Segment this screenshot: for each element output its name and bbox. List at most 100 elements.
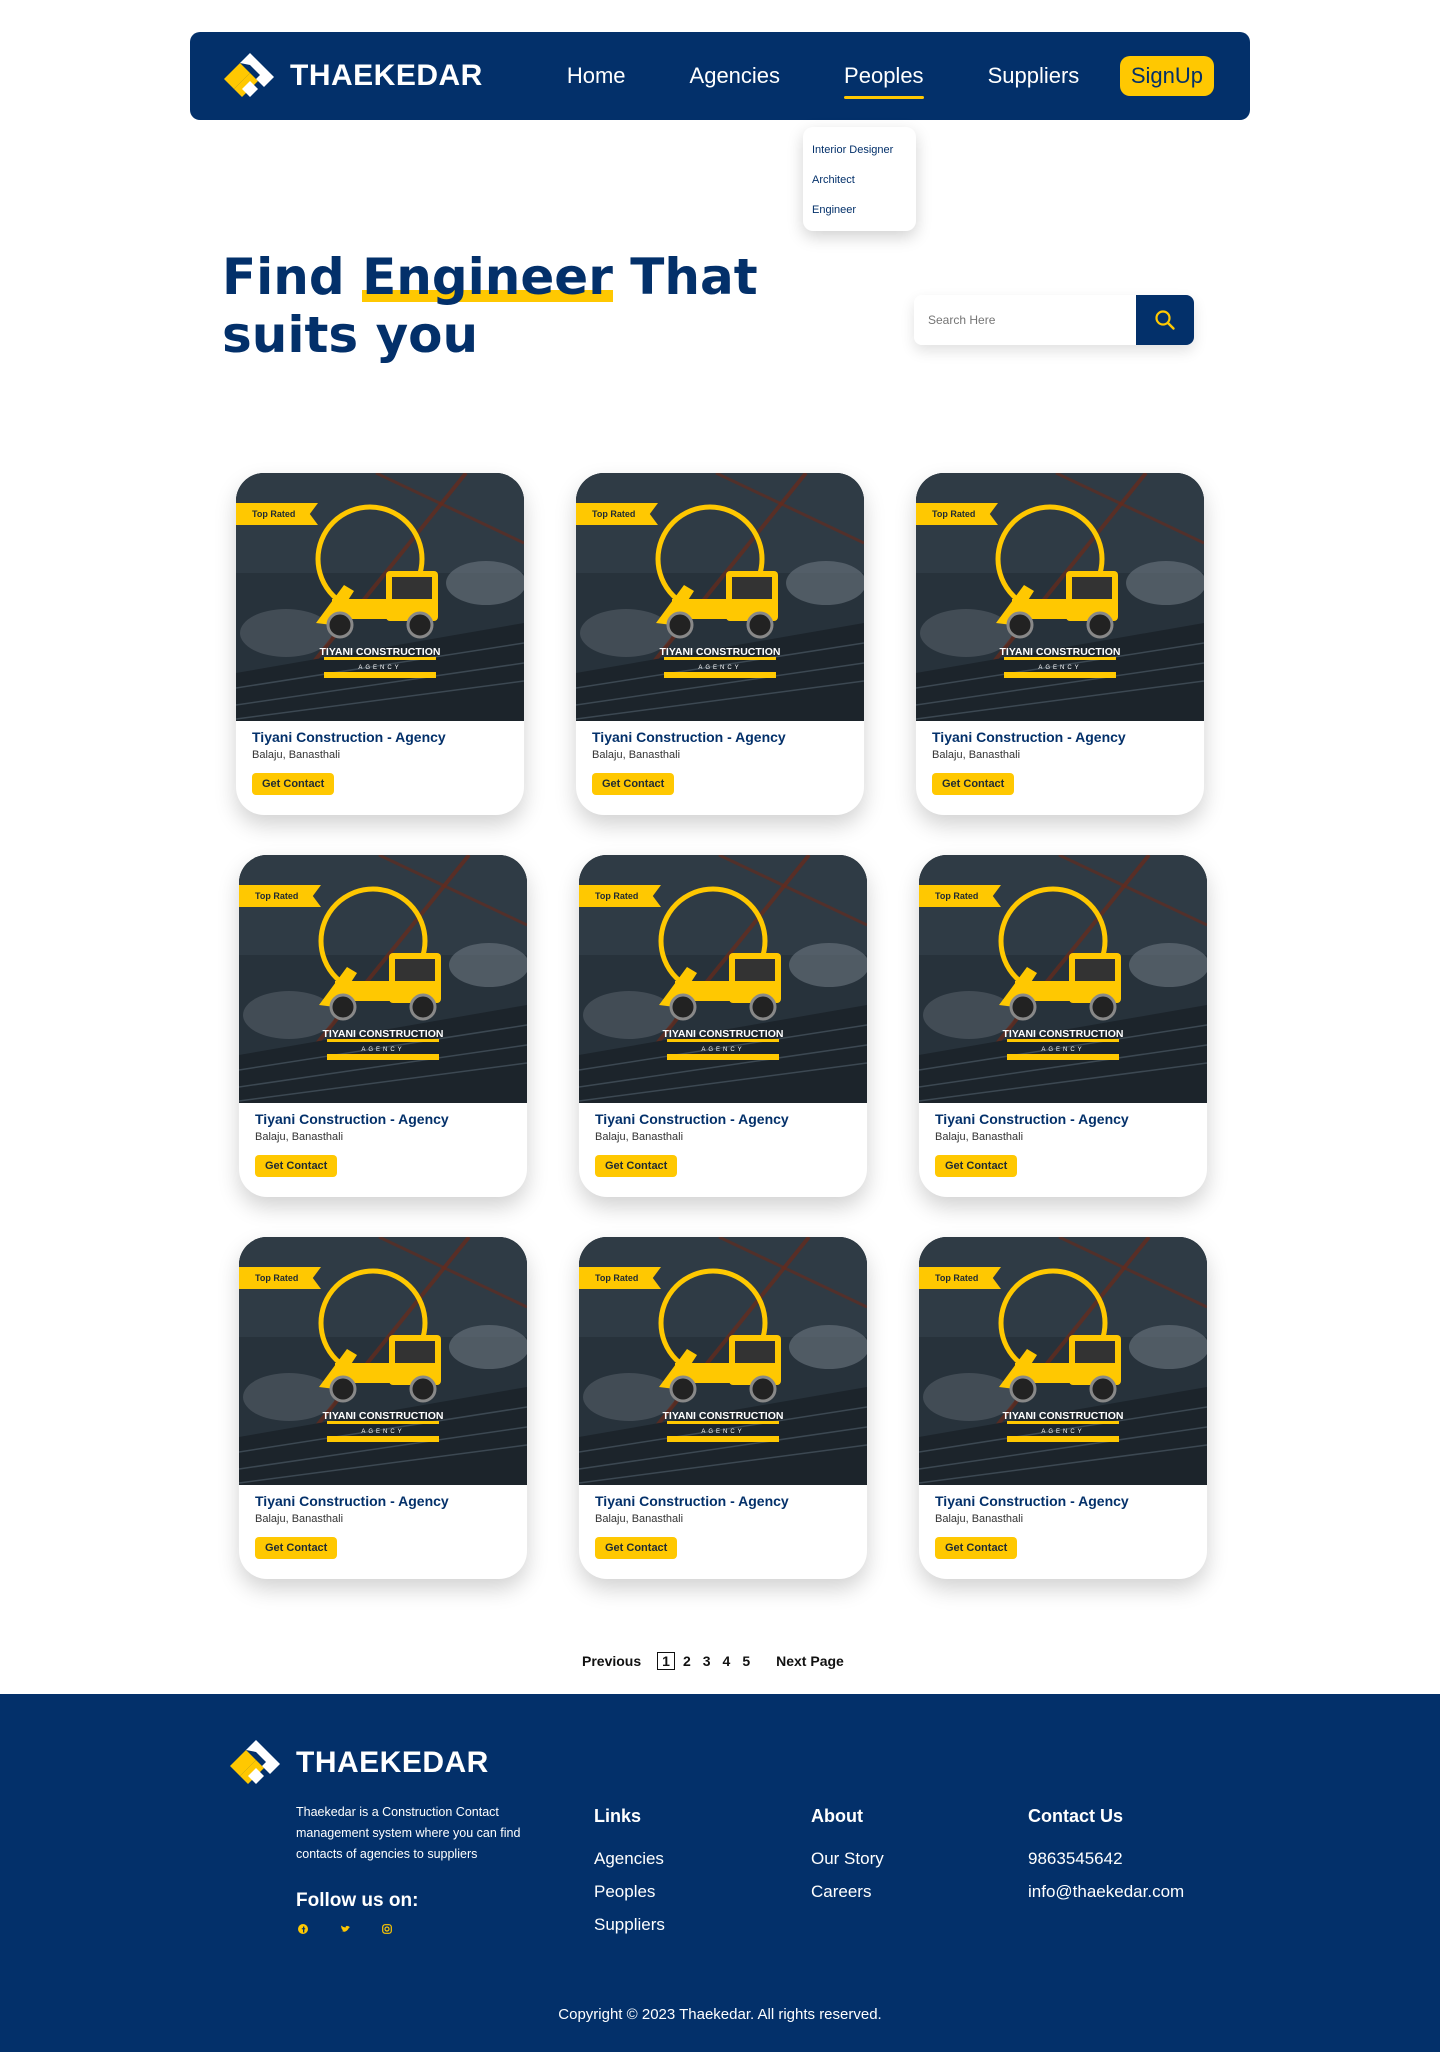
top-rated-badge: Top Rated — [236, 503, 318, 525]
page-1-button[interactable]: 1 — [657, 1652, 675, 1670]
agency-logo-name: TIYANI CONSTRUCTION — [1003, 1410, 1124, 1422]
copyright: Copyright © 2023 Thaekedar. All rights r… — [558, 2006, 882, 2023]
dropdown-item-architect[interactable]: Architect — [803, 165, 916, 195]
get-contact-button[interactable]: Get Contact — [592, 773, 675, 795]
footer-phone[interactable]: 9863545642 — [1028, 1849, 1184, 1869]
nav-link-peoples[interactable]: Peoples — [812, 63, 956, 99]
facebook-icon[interactable] — [296, 1924, 310, 1937]
get-contact-button[interactable]: Get Contact — [255, 1155, 338, 1177]
top-rated-badge: Top Rated — [579, 885, 661, 907]
agency-logo-name: TIYANI CONSTRUCTION — [323, 1410, 444, 1422]
instagram-icon[interactable] — [380, 1924, 394, 1937]
agency-card[interactable]: TIYANI CONSTRUCTION AGENCY Top Rated Tiy… — [576, 473, 864, 815]
page-5-button[interactable]: 5 — [736, 1653, 756, 1669]
footer-about-title: About — [811, 1806, 863, 1826]
agency-card-image[interactable]: TIYANI CONSTRUCTION AGENCY Top Rated — [579, 1237, 867, 1485]
get-contact-button[interactable]: Get Contact — [252, 773, 335, 795]
footer-brand[interactable]: THAEKEDAR — [226, 1738, 489, 1788]
agency-name: Tiyani Construction - Agency — [255, 1111, 449, 1127]
nav-link-home[interactable]: Home — [535, 63, 658, 89]
agency-card-image[interactable]: TIYANI CONSTRUCTION AGENCY Top Rated — [919, 855, 1207, 1103]
footer-link-careers[interactable]: Careers — [811, 1882, 884, 1902]
agency-card[interactable]: TIYANI CONSTRUCTION AGENCY Top Rated Tiy… — [916, 473, 1204, 815]
get-contact-button[interactable]: Get Contact — [935, 1537, 1018, 1559]
agency-logo-subtitle: AGENCY — [361, 1047, 404, 1053]
agency-card-image[interactable]: TIYANI CONSTRUCTION AGENCY Top Rated — [239, 1237, 527, 1485]
agency-card-image[interactable]: TIYANI CONSTRUCTION AGENCY Top Rated — [919, 1237, 1207, 1485]
brand[interactable]: THAEKEDAR — [220, 51, 483, 101]
get-contact-button[interactable]: Get Contact — [932, 773, 1015, 795]
footer-links-title: Links — [594, 1806, 642, 1826]
agency-logo-subtitle: AGENCY — [1041, 1429, 1084, 1435]
agency-card[interactable]: TIYANI CONSTRUCTION AGENCY Top Rated Tiy… — [919, 855, 1207, 1197]
agency-location: Balaju, Banasthali — [935, 1513, 1024, 1525]
agency-card-body: Tiyani Construction - Agency Balaju, Ban… — [579, 1485, 867, 1559]
title-part-1: Find — [222, 248, 363, 306]
agency-card[interactable]: TIYANI CONSTRUCTION AGENCY Top Rated Tiy… — [919, 1237, 1207, 1579]
agency-card-image[interactable]: TIYANI CONSTRUCTION AGENCY Top Rated — [579, 855, 867, 1103]
agency-card-body: Tiyani Construction - Agency Balaju, Ban… — [239, 1103, 527, 1177]
title-highlight: Engineer — [362, 248, 613, 306]
agency-card-body: Tiyani Construction - Agency Balaju, Ban… — [919, 1103, 1207, 1177]
get-contact-button[interactable]: Get Contact — [935, 1155, 1018, 1177]
get-contact-button[interactable]: Get Contact — [255, 1537, 338, 1559]
peoples-dropdown-menu: Interior Designer Architect Engineer — [803, 127, 916, 231]
nav-links: Home Agencies Peoples Suppliers — [535, 63, 1112, 99]
agency-name: Tiyani Construction - Agency — [592, 729, 786, 745]
agency-location: Balaju, Banasthali — [252, 749, 341, 761]
get-contact-button[interactable]: Get Contact — [595, 1155, 678, 1177]
page-4-button[interactable]: 4 — [717, 1653, 737, 1669]
next-page-button[interactable]: Next Page — [776, 1653, 844, 1669]
agency-card-image[interactable]: TIYANI CONSTRUCTION AGENCY Top Rated — [916, 473, 1204, 721]
nav-link-suppliers[interactable]: Suppliers — [956, 63, 1112, 89]
agency-name: Tiyani Construction - Agency — [935, 1493, 1129, 1509]
dropdown-item-engineer[interactable]: Engineer — [803, 195, 916, 225]
agency-card-body: Tiyani Construction - Agency Balaju, Ban… — [576, 721, 864, 795]
agency-card[interactable]: TIYANI CONSTRUCTION AGENCY Top Rated Tiy… — [239, 1237, 527, 1579]
page-3-button[interactable]: 3 — [697, 1653, 717, 1669]
agency-card[interactable]: TIYANI CONSTRUCTION AGENCY Top Rated Tiy… — [236, 473, 524, 815]
top-rated-badge: Top Rated — [576, 503, 658, 525]
top-rated-badge: Top Rated — [919, 885, 1001, 907]
agency-card-image[interactable]: TIYANI CONSTRUCTION AGENCY Top Rated — [236, 473, 524, 721]
agency-location: Balaju, Banasthali — [592, 749, 681, 761]
agency-card-body: Tiyani Construction - Agency Balaju, Ban… — [239, 1485, 527, 1559]
footer-contact-title: Contact Us — [1028, 1806, 1124, 1826]
agency-location: Balaju, Banasthali — [595, 1131, 684, 1143]
agency-logo-subtitle: AGENCY — [1041, 1047, 1084, 1053]
footer-link-our-story[interactable]: Our Story — [811, 1849, 884, 1869]
footer-about-column: About Our Story Careers — [811, 1806, 884, 1915]
footer-link-agencies[interactable]: Agencies — [594, 1849, 665, 1869]
agency-logo-name: TIYANI CONSTRUCTION — [320, 646, 441, 658]
page-2-button[interactable]: 2 — [677, 1653, 697, 1669]
signup-button[interactable]: SignUp — [1119, 56, 1214, 96]
agency-card-image[interactable]: TIYANI CONSTRUCTION AGENCY Top Rated — [576, 473, 864, 721]
get-contact-button[interactable]: Get Contact — [595, 1537, 678, 1559]
dropdown-item-interior-designer[interactable]: Interior Designer — [803, 135, 916, 165]
agency-card-image[interactable]: TIYANI CONSTRUCTION AGENCY Top Rated — [239, 855, 527, 1103]
footer-email[interactable]: info@thaekedar.com — [1028, 1882, 1184, 1902]
agency-card[interactable]: TIYANI CONSTRUCTION AGENCY Top Rated Tiy… — [239, 855, 527, 1197]
agency-card[interactable]: TIYANI CONSTRUCTION AGENCY Top Rated Tiy… — [579, 855, 867, 1197]
pagination: Previous 1 2 3 4 5 Next Page — [582, 1652, 844, 1670]
top-rated-badge: Top Rated — [919, 1267, 1001, 1289]
follow-us-heading: Follow us on: — [296, 1890, 419, 1911]
agency-location: Balaju, Banasthali — [932, 749, 1021, 761]
agency-logo-name: TIYANI CONSTRUCTION — [660, 646, 781, 658]
search-input[interactable] — [914, 295, 1136, 345]
agency-logo-name: TIYANI CONSTRUCTION — [1000, 646, 1121, 658]
agency-card[interactable]: TIYANI CONSTRUCTION AGENCY Top Rated Tiy… — [579, 1237, 867, 1579]
agency-card-body: Tiyani Construction - Agency Balaju, Ban… — [916, 721, 1204, 795]
previous-page-button[interactable]: Previous — [582, 1653, 641, 1669]
search-icon — [1155, 310, 1175, 330]
search-button[interactable] — [1136, 295, 1194, 345]
footer-link-suppliers[interactable]: Suppliers — [594, 1915, 665, 1935]
nav-link-agencies[interactable]: Agencies — [658, 63, 813, 89]
agency-logo-name: TIYANI CONSTRUCTION — [663, 1410, 784, 1422]
agency-logo-subtitle: AGENCY — [701, 1047, 744, 1053]
agency-location: Balaju, Banasthali — [595, 1513, 684, 1525]
top-rated-badge: Top Rated — [579, 1267, 661, 1289]
twitter-icon[interactable] — [338, 1924, 352, 1937]
footer-link-peoples[interactable]: Peoples — [594, 1882, 665, 1902]
footer-description: Thaekedar is a Construction Contact mana… — [296, 1805, 521, 1861]
